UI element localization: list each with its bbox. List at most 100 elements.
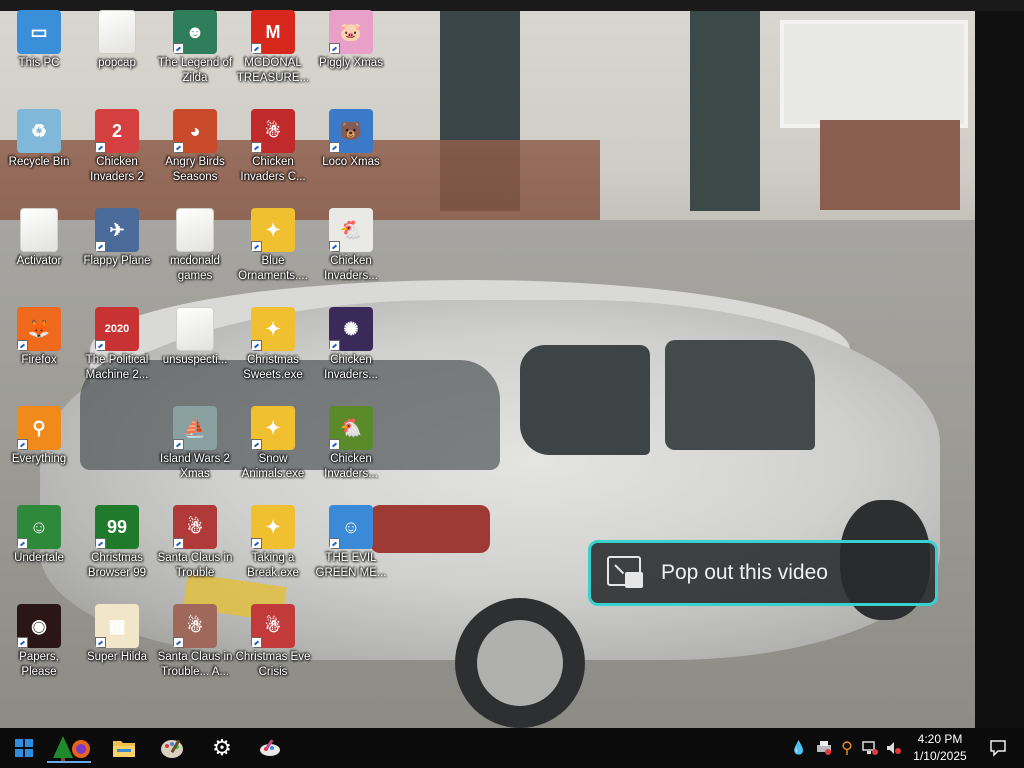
desktop-icon[interactable]: ✺ Chicken Invaders...	[312, 301, 390, 397]
file-explorer-taskbar-button[interactable]	[102, 728, 146, 768]
shortcut-arrow-icon	[251, 142, 262, 153]
desktop-icon-label: mcdonald games	[170, 255, 220, 282]
desktop-icon[interactable]: ♻ Recycle Bin	[0, 103, 78, 199]
puzzle-icon: ✦	[251, 307, 295, 351]
desktop-icon-label: Loco Xmas	[322, 156, 380, 168]
desktop-icon[interactable]: Activator	[0, 202, 78, 298]
desktop-icon[interactable]: 🐔 Chicken Invaders...	[312, 202, 390, 298]
shortcut-arrow-icon	[17, 637, 28, 648]
desktop-icon[interactable]: mcdonald games	[156, 202, 234, 298]
desktop-icon[interactable]: 2020 The Political Machine 2...	[78, 301, 156, 397]
folder-icon	[98, 10, 136, 54]
water-drop-icon[interactable]: 💧	[790, 728, 808, 768]
icon-glyph: ✦	[265, 318, 281, 339]
desktop-icon[interactable]: ☺ Undertale	[0, 499, 78, 595]
pop-out-video-button[interactable]: Pop out this video	[588, 540, 938, 606]
desktop-icon[interactable]: ▭ This PC	[0, 4, 78, 100]
desktop-icon[interactable]: M MCDONAL TREASURE...	[234, 4, 312, 100]
puzzle-icon: ✦	[251, 208, 295, 252]
icon-glyph: 2	[111, 120, 122, 141]
desktop-icon-label: Undertale	[14, 552, 64, 564]
desktop-icon[interactable]: unsuspecti...	[156, 301, 234, 397]
printer-tray-icon[interactable]	[812, 728, 836, 768]
paint-palette-icon	[161, 739, 183, 758]
desktop-icon[interactable]: ✦ Taking a Break.exe	[234, 499, 312, 595]
settings-taskbar-button[interactable]: ⚙	[200, 728, 244, 768]
chicken-icon: 🐔	[329, 406, 373, 450]
desktop-icon-label: Chicken Invaders...	[324, 354, 378, 381]
everything-search-icon: ⚲	[17, 406, 61, 450]
icon-glyph: 🐔	[339, 219, 363, 240]
desktop-icon[interactable]: ☃ Chicken Invaders C...	[234, 103, 312, 199]
desktop-icon[interactable]: 🐷 Piggly Xmas	[312, 4, 390, 100]
desktop-icon[interactable]: 2 Chicken Invaders 2	[78, 103, 156, 199]
icon-glyph: 99	[106, 516, 128, 537]
desktop-icon-label: Christmas Browser 99	[87, 552, 147, 579]
desktop-icon-label: This PC	[18, 57, 60, 69]
mcdonalds-icon: M	[251, 10, 295, 54]
shortcut-arrow-icon	[95, 538, 106, 549]
desktop-icon[interactable]: ☻ The Legend of Zilda	[156, 4, 234, 100]
shortcut-arrow-icon	[95, 637, 106, 648]
santa-icon: ☃	[173, 505, 217, 549]
desktop-icon[interactable]: ☺ THE EVIL GREEN ME...	[312, 499, 390, 595]
shortcut-arrow-icon	[329, 241, 340, 252]
desktop-icon[interactable]: ⛵ Island Wars 2 Xmas	[156, 400, 234, 496]
desktop-icon[interactable]: ☃ Christmas Eve Crisis	[234, 598, 312, 694]
shortcut-arrow-icon	[251, 538, 262, 549]
icon-glyph: ✈	[109, 219, 125, 240]
start-button[interactable]	[2, 728, 46, 768]
icon-glyph: ▭	[30, 21, 48, 42]
desktop-icon[interactable]: ☃ Santa Claus in Trouble... A...	[156, 598, 234, 694]
icon-glyph: ✦	[265, 219, 281, 240]
desktop-icon-label: Firefox	[21, 354, 57, 366]
desktop-icon-label: MCDONAL TREASURE...	[236, 57, 310, 84]
puzzle-icon: ✦	[251, 505, 295, 549]
desktop-icon[interactable]: ✈ Flappy Plane	[78, 202, 156, 298]
paint-app-taskbar-button[interactable]	[248, 728, 292, 768]
desktop-icon-label: Chicken Invaders C...	[240, 156, 306, 183]
desktop-icon[interactable]: ▦ Super Hilda	[78, 598, 156, 694]
wallpaper-door	[690, 11, 760, 211]
desktop-icon[interactable]: 🦊 Firefox	[0, 301, 78, 397]
pop-out-icon	[605, 552, 647, 594]
notification-center-button[interactable]	[978, 728, 1018, 768]
desktop-icon[interactable]: ✦ Snow Animals.exe	[234, 400, 312, 496]
icon-glyph: ◕	[189, 120, 201, 141]
desktop-icon[interactable]: ◉ Papers, Please	[0, 598, 78, 694]
everything-search-tray-icon[interactable]: ⚲	[838, 728, 856, 768]
desktop-icon[interactable]: ☃ Santa Claus in Trouble	[156, 499, 234, 595]
desktop-icon-label: THE EVIL GREEN ME...	[315, 552, 387, 579]
desktop-icon[interactable]: ⚲ Everything	[0, 400, 78, 496]
shortcut-arrow-icon	[173, 142, 184, 153]
clock[interactable]: 4:20 PM 1/10/2025	[908, 731, 972, 767]
christmas-browser-taskbar-button[interactable]	[44, 728, 94, 768]
folder-icon	[20, 208, 58, 252]
desktop-icon-label: Chicken Invaders 2	[90, 156, 144, 183]
icon-glyph: ▦	[108, 615, 126, 636]
desktop-icon-label: Super Hilda	[86, 651, 148, 663]
paint-brush-icon	[260, 739, 280, 756]
desktop-icon[interactable]: 🐔 Chicken Invaders...	[312, 400, 390, 496]
desktop-icon-label: Activator	[16, 255, 62, 267]
wallpaper-car-wheel	[455, 598, 585, 728]
super-hilda-icon: ▦	[95, 604, 139, 648]
shortcut-arrow-icon	[251, 637, 262, 648]
paint-taskbar-button[interactable]	[150, 728, 194, 768]
undertale-icon: ☺	[17, 505, 61, 549]
gear-icon: ⚙	[212, 735, 232, 760]
icon-glyph: ☃	[186, 615, 204, 636]
desktop-icon-label: Blue Ornaments....	[238, 255, 308, 282]
shortcut-arrow-icon	[329, 439, 340, 450]
volume-muted-icon[interactable]	[884, 728, 904, 768]
desktop-icon[interactable]: 99 Christmas Browser 99	[78, 499, 156, 595]
network-icon[interactable]	[860, 728, 880, 768]
desktop-icon-label: Santa Claus in Trouble... A...	[157, 651, 233, 678]
desktop-icon[interactable]: ✦ Blue Ornaments....	[234, 202, 312, 298]
desktop-icon[interactable]: 🐻 Loco Xmas	[312, 103, 390, 199]
desktop-icon[interactable]: ◕ Angry Birds Seasons	[156, 103, 234, 199]
desktop-icon[interactable]: popcap	[78, 4, 156, 100]
icon-glyph: ☃	[264, 615, 282, 636]
desktop-icon[interactable]: ✦ Christmas Sweets.exe	[234, 301, 312, 397]
desktop-icon-label: Snow Animals.exe	[241, 453, 305, 480]
